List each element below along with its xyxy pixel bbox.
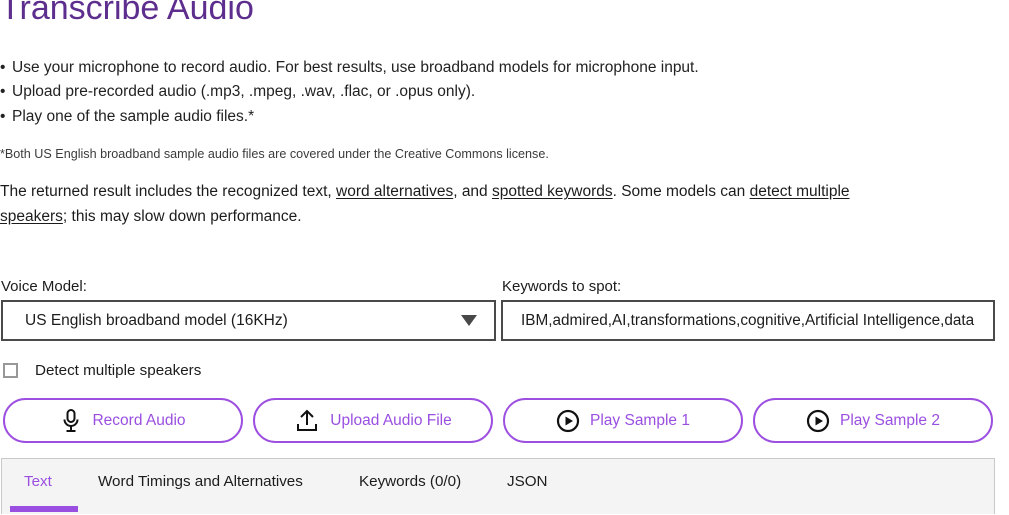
detect-speakers-label: Detect multiple speakers	[35, 362, 201, 379]
instructions-list: Use your microphone to record audio. For…	[0, 56, 699, 129]
upload-audio-file-label: Upload Audio File	[330, 412, 452, 430]
keywords-input[interactable]	[501, 300, 995, 341]
detect-speakers-checkbox[interactable]	[3, 363, 18, 378]
link-word-alternatives[interactable]: word alternatives	[336, 183, 453, 200]
record-audio-button[interactable]: Record Audio	[3, 398, 243, 443]
play-circle-icon	[556, 409, 580, 433]
upload-audio-file-button[interactable]: Upload Audio File	[253, 398, 493, 443]
voice-model-selected-value: US English broadband model (16KHz)	[3, 312, 461, 330]
tab-text[interactable]: Text	[24, 459, 52, 504]
play-sample-2-button[interactable]: Play Sample 2	[753, 398, 993, 443]
play-sample-1-label: Play Sample 1	[590, 412, 690, 430]
chevron-down-icon	[461, 315, 477, 326]
record-audio-label: Record Audio	[92, 412, 185, 430]
list-item: Use your microphone to record audio. For…	[0, 56, 699, 80]
transcribe-audio-page: Transcribe Audio Use your microphone to …	[0, 0, 1009, 515]
voice-model-select[interactable]: US English broadband model (16KHz)	[1, 300, 496, 341]
link-spotted-keywords[interactable]: spotted keywords	[492, 183, 613, 200]
paragraph-text-3: . Some models can	[613, 183, 750, 200]
page-title: Transcribe Audio	[0, 0, 254, 30]
tab-keywords[interactable]: Keywords (0/0)	[359, 459, 461, 504]
keywords-label: Keywords to spot:	[502, 278, 621, 296]
play-circle-icon	[806, 409, 830, 433]
paragraph-text-4: ; this may slow down performance.	[63, 208, 302, 225]
footnote-text: *Both US English broadband sample audio …	[0, 145, 549, 163]
play-sample-2-label: Play Sample 2	[840, 412, 940, 430]
play-sample-1-button[interactable]: Play Sample 1	[503, 398, 743, 443]
active-tab-indicator	[10, 506, 78, 512]
upload-icon	[294, 408, 320, 434]
tab-word-timings[interactable]: Word Timings and Alternatives	[98, 459, 303, 504]
paragraph-text-1: The returned result includes the recogni…	[0, 183, 336, 200]
detect-speakers-row[interactable]: Detect multiple speakers	[3, 362, 201, 379]
results-tab-bar: Text Word Timings and Alternatives Keywo…	[1, 458, 995, 514]
action-button-row: Record Audio Upload Audio File Play Samp…	[3, 398, 993, 443]
list-item: Play one of the sample audio files.*	[0, 105, 699, 129]
description-paragraph: The returned result includes the recogni…	[0, 180, 900, 229]
microphone-icon	[60, 408, 82, 434]
voice-model-label: Voice Model:	[1, 278, 87, 296]
paragraph-text-2: , and	[453, 183, 492, 200]
tab-json[interactable]: JSON	[507, 459, 548, 504]
list-item: Upload pre-recorded audio (.mp3, .mpeg, …	[0, 80, 699, 104]
